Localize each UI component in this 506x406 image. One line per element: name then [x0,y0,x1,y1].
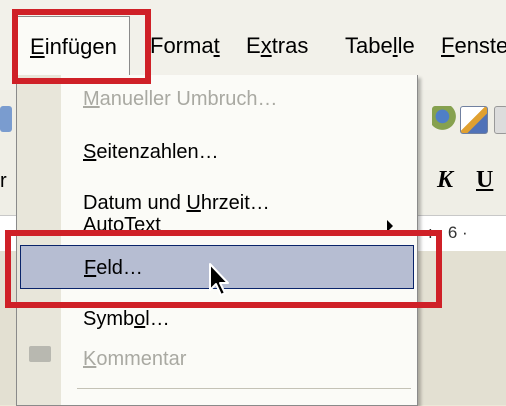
people-icon[interactable] [432,106,458,132]
mouse-cursor-icon [209,263,229,296]
menu-tabelle[interactable]: Tabelle [345,16,415,76]
menu-einfuegen[interactable]: Einfügen [17,16,130,77]
ruler-marks: ı · 6 · [428,223,468,242]
edit-icon[interactable] [460,106,488,134]
menu-format[interactable]: Format [150,16,220,76]
menu-item-seitenzahlen[interactable]: Seitenzahlen… [61,130,411,174]
menu-item-manueller-umbruch[interactable]: Manueller Umbruch… [61,77,411,121]
submenu-arrow-icon [387,220,393,232]
menu-separator [77,388,411,389]
menu-item-symbol[interactable]: Symbol… [61,297,411,341]
comment-icon [29,346,51,362]
italic-button[interactable]: K [437,167,453,194]
menu-item-autotext[interactable]: AutoText [61,203,411,247]
menu-item-kommentar[interactable]: Kommentar [61,337,411,381]
underline-button[interactable]: U [476,167,493,194]
menu-fenster[interactable]: Fenste [441,16,506,76]
einfuegen-dropdown-menu: Manueller Umbruch… Seitenzahlen… Datum u… [16,75,418,406]
toolbar-icon-right[interactable] [494,106,506,134]
toolbar-icon-left[interactable] [0,106,12,132]
menu-extras[interactable]: Extras [246,16,308,76]
toolbar-text-fragment: r [0,170,7,192]
